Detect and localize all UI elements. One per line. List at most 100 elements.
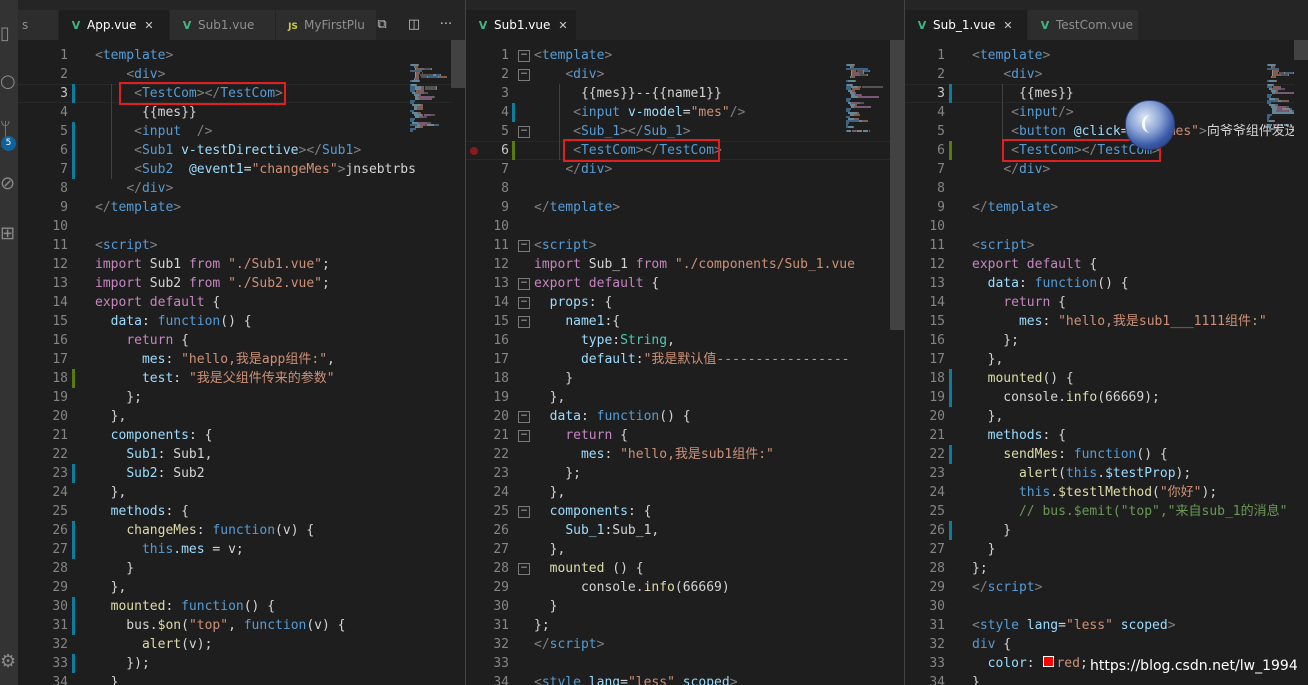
- code-line[interactable]: 32 alert(v);: [18, 635, 465, 654]
- search-icon[interactable]: ○: [0, 70, 18, 94]
- tab-myfirstplu[interactable]: JS MyFirstPlu: [276, 10, 377, 40]
- split-editor-icon[interactable]: ◫: [404, 10, 424, 40]
- code-line[interactable]: 19 };: [18, 388, 465, 407]
- code-line[interactable]: 4 <input/>: [905, 103, 1308, 122]
- fold-toggle-icon[interactable]: −: [518, 506, 530, 518]
- code-line[interactable]: 7 <Sub2 @event1="changeMes">jnsebtrbs: [18, 160, 465, 179]
- code-line[interactable]: 26 Sub_1:Sub_1,: [466, 521, 904, 540]
- code-line[interactable]: 11− <script>: [466, 236, 904, 255]
- code-line[interactable]: 20 },: [905, 407, 1308, 426]
- code-line[interactable]: 27 },: [466, 540, 904, 559]
- vertical-scrollbar[interactable]: [890, 40, 904, 685]
- code-line[interactable]: 13− export default {: [466, 274, 904, 293]
- fold-toggle-icon[interactable]: −: [518, 240, 530, 252]
- fold-toggle-icon[interactable]: −: [518, 563, 530, 575]
- code-line[interactable]: 18 test: "我是父组件传来的参数": [18, 369, 465, 388]
- code-line[interactable]: 11 <script>: [905, 236, 1308, 255]
- fold-toggle-icon[interactable]: −: [518, 411, 530, 423]
- code-line[interactable]: 4 {{mes}}: [18, 103, 465, 122]
- code-line[interactable]: 25 // bus.$emit("top","来自sub_1的消息": [905, 502, 1308, 521]
- code-line[interactable]: 30 }: [466, 597, 904, 616]
- code-line[interactable]: 26 }: [905, 521, 1308, 540]
- code-line[interactable]: 33: [466, 654, 904, 673]
- code-line[interactable]: 16 type:String,: [466, 331, 904, 350]
- code-line[interactable]: 22 Sub1: Sub1,: [18, 445, 465, 464]
- code-line[interactable]: 29 console.info(66669): [466, 578, 904, 597]
- code-line[interactable]: 30: [905, 597, 1308, 616]
- code-line[interactable]: 24 },: [466, 483, 904, 502]
- code-line[interactable]: 23 };: [466, 464, 904, 483]
- code-line[interactable]: 19 console.info(66669);: [905, 388, 1308, 407]
- code-line[interactable]: 11 <script>: [18, 236, 465, 255]
- breakpoint-icon[interactable]: [470, 147, 478, 155]
- code-line[interactable]: 9 </template>: [466, 198, 904, 217]
- code-line[interactable]: 15 data: function() {: [18, 312, 465, 331]
- fold-toggle-icon[interactable]: −: [518, 316, 530, 328]
- code-line[interactable]: 29 },: [18, 578, 465, 597]
- code-line[interactable]: 2− <div>: [466, 65, 904, 84]
- floating-avatar[interactable]: [1125, 100, 1175, 150]
- code-line[interactable]: 8: [466, 179, 904, 198]
- compare-icon[interactable]: ⧉: [372, 10, 392, 40]
- code-line[interactable]: 20− data: function() {: [466, 407, 904, 426]
- code-line[interactable]: 4 <input v-model="mes"/>: [466, 103, 904, 122]
- code-line[interactable]: 14 export default {: [18, 293, 465, 312]
- tab-testcom-vue[interactable]: V TestCom.vue: [1028, 10, 1139, 40]
- code-line[interactable]: 2 <div>: [905, 65, 1308, 84]
- code-line[interactable]: 8: [905, 179, 1308, 198]
- vertical-scrollbar[interactable]: [1294, 40, 1308, 685]
- code-line[interactable]: 31 bus.$on("top", function(v) {: [18, 616, 465, 635]
- code-line[interactable]: 32 div {: [905, 635, 1308, 654]
- code-line[interactable]: 18 }: [466, 369, 904, 388]
- code-line[interactable]: 1 <template>: [18, 46, 465, 65]
- code-line[interactable]: 13 import Sub2 from "./Sub2.vue";: [18, 274, 465, 293]
- code-line[interactable]: 12 export default {: [905, 255, 1308, 274]
- code-line[interactable]: 22 mes: "hello,我是sub1组件:": [466, 445, 904, 464]
- files-icon[interactable]: ▯: [0, 22, 18, 46]
- code-line[interactable]: 24 },: [18, 483, 465, 502]
- code-line[interactable]: 1 <template>: [905, 46, 1308, 65]
- vertical-scrollbar[interactable]: [451, 40, 465, 685]
- code-line[interactable]: 13 data: function() {: [905, 274, 1308, 293]
- close-icon[interactable]: ✕: [558, 11, 567, 40]
- fold-toggle-icon[interactable]: −: [518, 69, 530, 81]
- minimap[interactable]: [410, 40, 454, 140]
- code-line[interactable]: 3 {{mes}}: [905, 84, 1308, 103]
- code-line[interactable]: 1− <template>: [466, 46, 904, 65]
- code-line[interactable]: 28− mounted () {: [466, 559, 904, 578]
- code-line[interactable]: 33 });: [18, 654, 465, 673]
- code-line[interactable]: 32 </script>: [466, 635, 904, 654]
- fold-toggle-icon[interactable]: −: [518, 297, 530, 309]
- debug-icon[interactable]: ⊘: [0, 172, 18, 196]
- code-line[interactable]: 8 </div>: [18, 179, 465, 198]
- code-line[interactable]: 21 components: {: [18, 426, 465, 445]
- code-line[interactable]: 31};: [466, 616, 904, 635]
- fold-toggle-icon[interactable]: −: [518, 278, 530, 290]
- code-line[interactable]: 22 sendMes: function() {: [905, 445, 1308, 464]
- code-line[interactable]: 23 alert(this.$testProp);: [905, 464, 1308, 483]
- code-line[interactable]: 34 <style lang="less" scoped>: [466, 673, 904, 685]
- code-line[interactable]: 21 methods: {: [905, 426, 1308, 445]
- code-line[interactable]: 14− props: {: [466, 293, 904, 312]
- code-line[interactable]: 9 </template>: [905, 198, 1308, 217]
- code-line[interactable]: 20 },: [18, 407, 465, 426]
- code-line[interactable]: 25 methods: {: [18, 502, 465, 521]
- tab-sub1-vue[interactable]: V Sub1.vue: [170, 10, 276, 40]
- code-line[interactable]: 17 mes: "hello,我是app组件:",: [18, 350, 465, 369]
- code-line[interactable]: 34 }: [18, 673, 465, 685]
- code-line[interactable]: 26 changeMes: function(v) {: [18, 521, 465, 540]
- code-line[interactable]: 27 }: [905, 540, 1308, 559]
- tab-s[interactable]: s: [18, 10, 59, 40]
- code-line[interactable]: 10: [905, 217, 1308, 236]
- code-line[interactable]: 3 {{mes}}--{{name1}}: [466, 84, 904, 103]
- code-line[interactable]: 17 default:"我是默认值-----------------: [466, 350, 904, 369]
- minimap[interactable]: [846, 40, 890, 140]
- code-line[interactable]: 7 </div>: [466, 160, 904, 179]
- code-line[interactable]: 6 <Sub1 v-testDirective></Sub1>: [18, 141, 465, 160]
- code-line[interactable]: 16 };: [905, 331, 1308, 350]
- code-line[interactable]: 9 </template>: [18, 198, 465, 217]
- code-line[interactable]: 5 <input />: [18, 122, 465, 141]
- code-line[interactable]: 15 mes: "hello,我是sub1___1111组件:": [905, 312, 1308, 331]
- code-line[interactable]: 28 }: [18, 559, 465, 578]
- fold-toggle-icon[interactable]: −: [518, 50, 530, 62]
